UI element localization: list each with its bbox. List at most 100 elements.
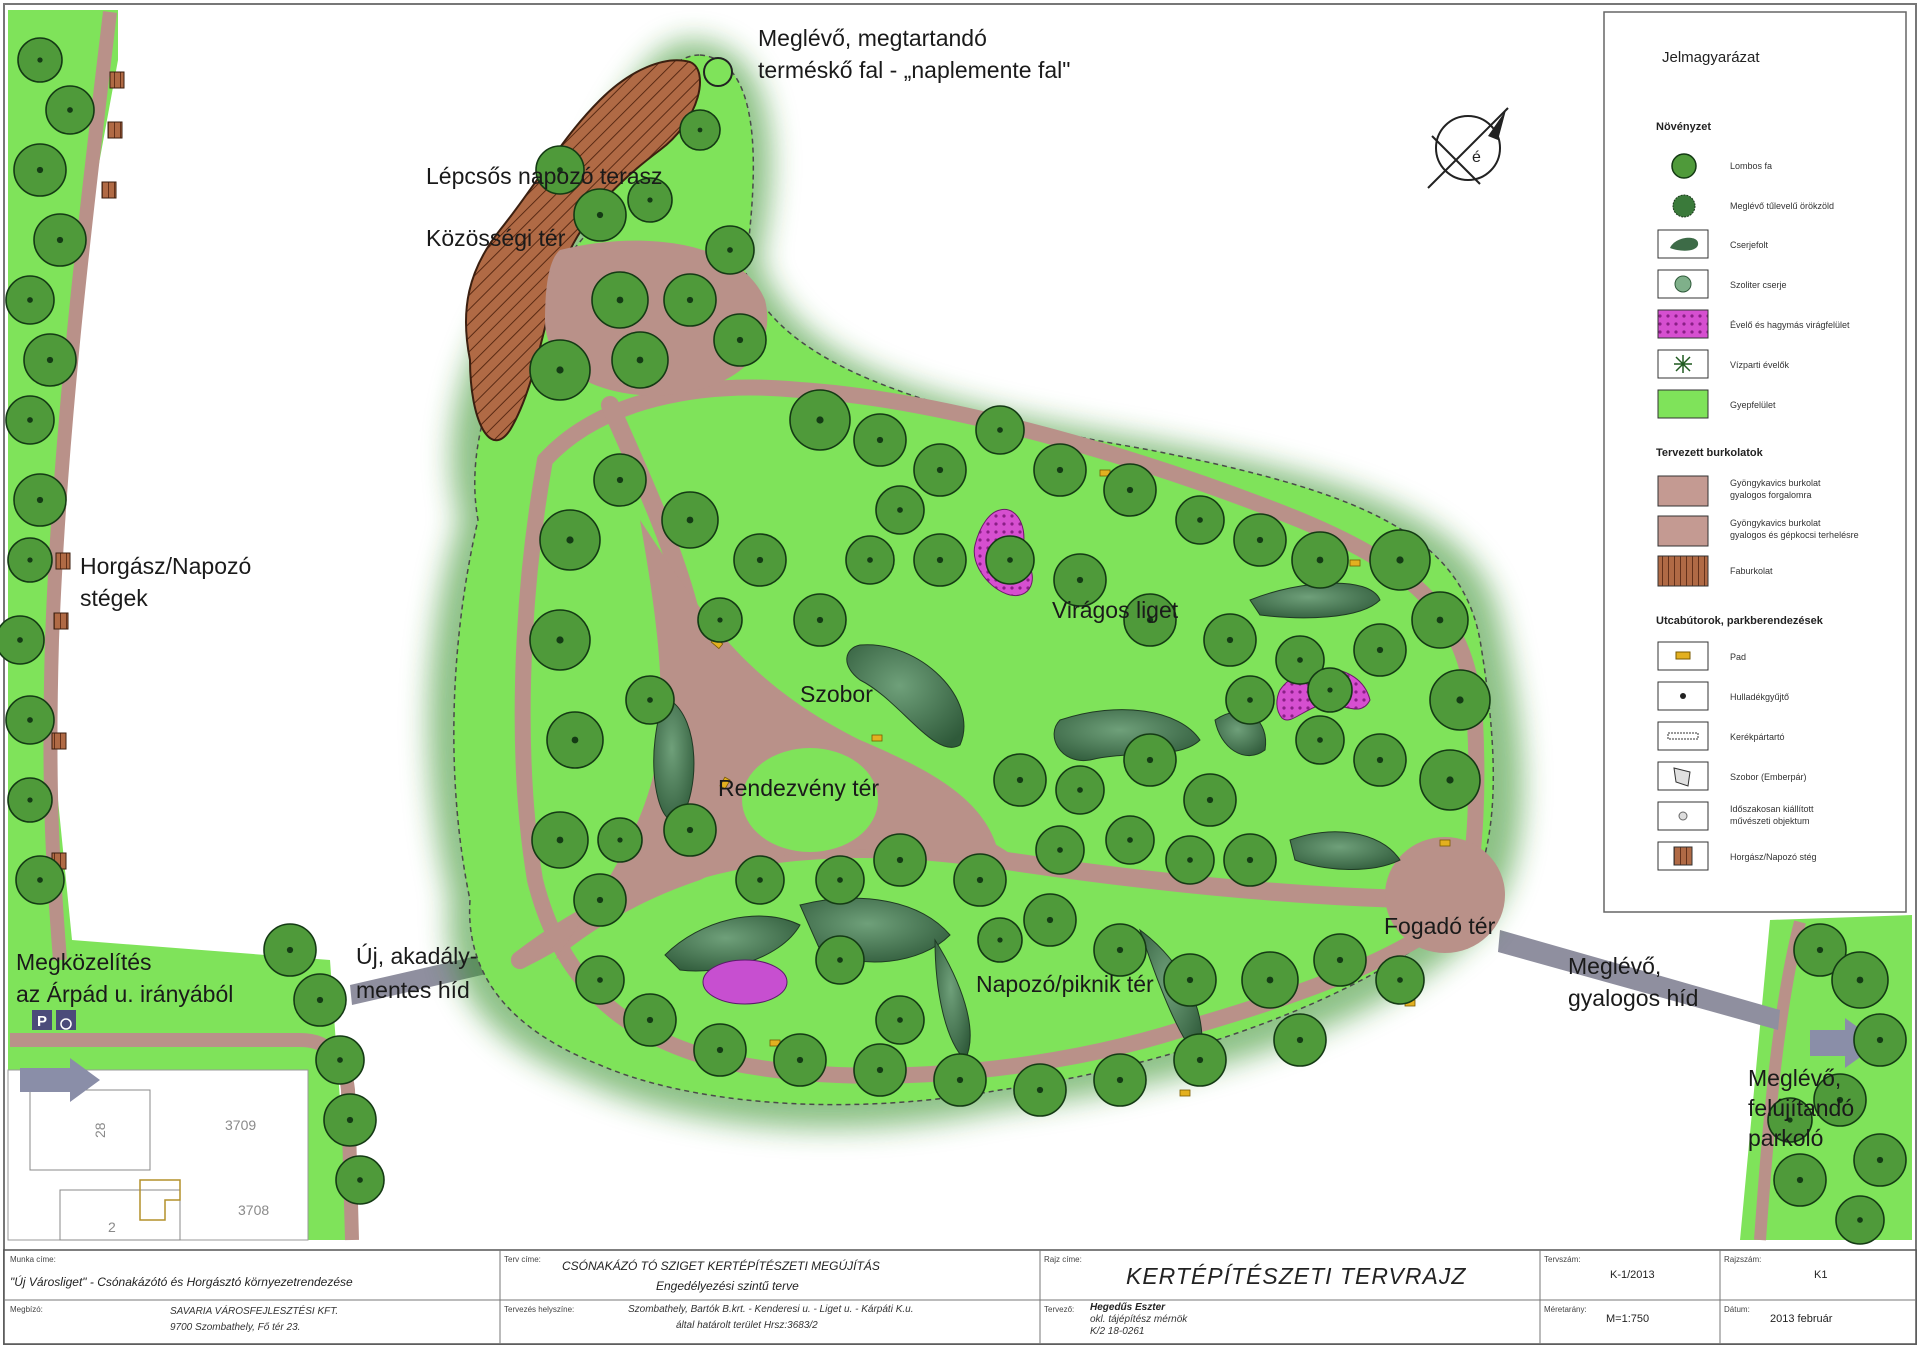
tree-trunk-dot (897, 507, 903, 513)
tb-designer-name: Hegedűs Eszter (1090, 1302, 1166, 1313)
tree-trunk-dot (27, 557, 33, 563)
tree-trunk-dot (346, 1116, 354, 1124)
tree-trunk-dot (1197, 517, 1203, 523)
legend-item-solitary-shrub: Szoliter cserje (1730, 280, 1787, 290)
tree-trunk-dot (56, 236, 64, 244)
label-event-square: Rendezvény tér (718, 775, 879, 801)
legend-item-art-object-2: művészeti objektum (1730, 816, 1810, 826)
legend-item-lawn: Gyepfelület (1730, 400, 1776, 410)
tree-trunk-dot (896, 856, 904, 864)
tree-trunk-dot (686, 516, 694, 524)
tree-trunk-dot (1196, 1056, 1204, 1064)
tree-trunk-dot (647, 197, 653, 203)
tree-trunk-dot (1876, 1036, 1884, 1044)
label-existing-bridge-1: Meglévő, (1568, 953, 1661, 979)
tb-drawing-caption: Rajz címe: (1044, 1255, 1082, 1264)
tree-trunk-dot (357, 1177, 363, 1183)
tree-trunk-dot (837, 877, 843, 883)
tree-trunk-dot (1076, 576, 1084, 584)
bin-icon (1680, 693, 1686, 699)
tree-trunk-dot (1297, 657, 1303, 663)
tb-location-2: által határolt terület Hrsz:3683/2 (676, 1320, 818, 1331)
tree-trunk-dot (1336, 956, 1344, 964)
tree-trunk-dot (837, 957, 843, 963)
tree-trunk-dot (1146, 756, 1154, 764)
art-object-icon (1678, 811, 1688, 821)
legend-item-bin: Hulladékgyűjtő (1730, 692, 1789, 702)
flowerbed-south (702, 959, 788, 1005)
building-28 (29, 1089, 151, 1171)
tb-location-1: Szombathely, Bartók B.krt. - Kenderesi u… (628, 1304, 914, 1315)
tree-trunk-dot (1206, 796, 1214, 804)
label-approach-1: Megközelítés (16, 949, 152, 975)
label-docks-2: stégek (80, 585, 148, 611)
legend-item-flowerbed: Évelő és hagymás virágfelület (1730, 320, 1850, 330)
building-number-2: 2 (108, 1219, 116, 1235)
tb-client-caption: Megbízó: (10, 1305, 43, 1314)
tree-trunk-dot (1226, 636, 1234, 644)
tree-trunk-dot (316, 996, 324, 1004)
label-new-bridge-1: Új, akadály- (356, 943, 477, 969)
tree-trunk-dot (1317, 737, 1323, 743)
label-statue: Szobor (800, 681, 873, 707)
tb-drawing-title: KERTÉPÍTÉSZETI TERVRAJZ (1126, 1263, 1466, 1289)
legend-heading-furniture: Utcabútorok, parkberendezések (1656, 615, 1824, 627)
tree-trunk-dot (816, 616, 824, 624)
label-stone-wall-2: terméskő fal - „naplemente fal" (758, 57, 1070, 83)
tree-trunk-dot (1266, 976, 1274, 984)
tree-trunk-dot (1396, 556, 1404, 564)
tree-trunk-dot (697, 127, 703, 133)
tree-trunk-dot (1816, 946, 1824, 954)
tb-plan-no-caption: Tervszám: (1544, 1255, 1580, 1264)
tb-plan-subtitle: Engedélyezési szintű terve (656, 1279, 799, 1293)
tree-trunk-dot (1116, 1076, 1124, 1084)
title-block: Munka címe: "Új Városliget" - Csónakázót… (3, 1249, 1917, 1345)
label-parking-2: felújítandó (1748, 1095, 1854, 1121)
legend-title: Jelmagyarázat (1662, 49, 1760, 66)
tb-location-caption: Tervezés helyszíne: (504, 1305, 574, 1314)
tree-trunk-dot (1796, 1176, 1804, 1184)
gravel-mixed-icon (1657, 515, 1709, 547)
tree-trunk-dot (1876, 1156, 1884, 1164)
tree-trunk-dot (556, 366, 564, 374)
tree-trunk-dot (1327, 687, 1333, 693)
tree-trunk-dot (1856, 976, 1864, 984)
flowerbed-icon (1657, 309, 1709, 339)
legend-item-statue: Szobor (Emberpár) (1730, 772, 1807, 782)
tree-trunk-dot (757, 877, 763, 883)
legend: Jelmagyarázat Növényzet Lombos fa Meglév… (1603, 11, 1907, 913)
tree-trunk-dot (936, 466, 944, 474)
tree-trunk-dot (956, 1076, 964, 1084)
tree-trunk-dot (1397, 977, 1403, 983)
label-flower-grove: Virágos liget (1052, 597, 1179, 623)
legend-item-wood-deck: Faburkolat (1730, 566, 1773, 576)
tree-trunk-dot (1246, 856, 1254, 864)
tree-trunk-dot (337, 1057, 343, 1063)
tb-plan-no: K-1/2013 (1610, 1269, 1655, 1281)
label-picnic: Napozó/piknik tér (976, 971, 1154, 997)
tb-sheet-caption: Rajzszám: (1724, 1255, 1761, 1264)
legend-item-gravel-mixed-1: Gyöngykavics burkolat (1730, 518, 1821, 528)
tree-trunk-dot (36, 496, 44, 504)
tree-trunk-dot (616, 476, 624, 484)
tb-designer-caption: Tervező: (1044, 1305, 1074, 1314)
tree-trunk-dot (1057, 847, 1063, 853)
tb-scale: M=1:750 (1606, 1313, 1649, 1325)
deciduous-tree-icon (1671, 153, 1697, 179)
tree-trunk-dot (27, 717, 33, 723)
accessibility-icon (56, 1010, 76, 1030)
stone-wall-end (703, 57, 733, 87)
tb-scale-caption: Méretarány: (1544, 1305, 1587, 1314)
tree-trunk-dot (876, 1066, 884, 1074)
tb-date-caption: Dátum: (1724, 1305, 1750, 1314)
tree-trunk-dot (17, 637, 23, 643)
tree-trunk-dot (596, 896, 604, 904)
tree-trunk-dot (867, 557, 873, 563)
tree-trunk-dot (27, 297, 33, 303)
lawn-icon (1657, 389, 1709, 419)
building-number-28: 28 (92, 1122, 108, 1138)
tree-trunk-dot (1296, 1036, 1304, 1044)
tree-trunk-dot (736, 336, 744, 344)
tree-trunk-dot (796, 1056, 804, 1064)
tree-trunk-dot (997, 427, 1003, 433)
